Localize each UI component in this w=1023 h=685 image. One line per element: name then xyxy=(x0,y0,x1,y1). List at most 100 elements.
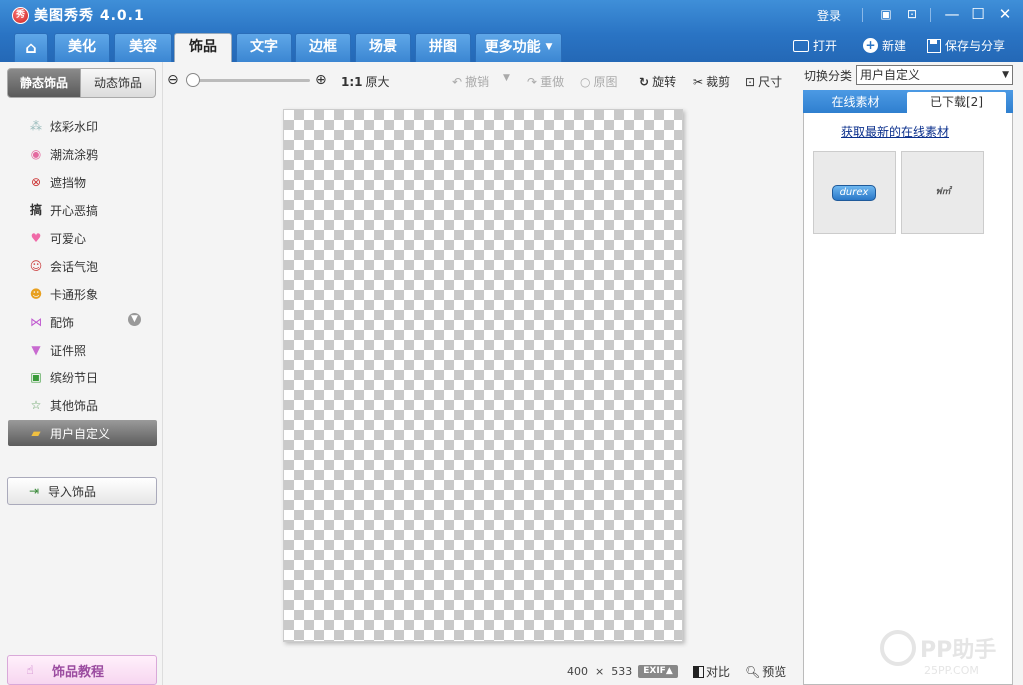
original-size-label: 原大 xyxy=(365,75,390,89)
tab-downloaded[interactable]: 已下载[2] xyxy=(907,92,1006,113)
save-share-button[interactable]: 保存与分享 xyxy=(927,37,1005,54)
category-select[interactable]: 用户自定义 ▼ xyxy=(856,65,1013,85)
hand-icon: ☝ xyxy=(26,663,34,677)
tutorial-label: 饰品教程 xyxy=(52,664,105,680)
folder-icon: ▰ xyxy=(31,426,41,440)
rotate-button[interactable]: ↻ 旋转 xyxy=(639,73,676,90)
more-features-label: 更多功能 xyxy=(484,39,541,56)
open-label: 打开 xyxy=(813,39,838,53)
watermark: PP助手 25PP.COM xyxy=(880,628,1020,683)
category-label: 用户自定义 xyxy=(50,426,111,441)
durex-logo: durex xyxy=(832,185,876,201)
menu-icon[interactable]: ⊡ xyxy=(902,5,922,23)
tab-accessories[interactable]: 饰品 xyxy=(174,33,232,62)
one-to-one-label: 1:1 xyxy=(341,74,363,89)
category-label: 其他饰品 xyxy=(50,398,99,413)
sparkle-icon: ⁂ xyxy=(30,119,42,133)
category-item[interactable]: ◉ 潮流涂鸦 xyxy=(8,141,157,167)
open-button[interactable]: 打开 xyxy=(793,37,837,54)
shirt-icon: ▼ xyxy=(31,343,41,357)
image-height: 533 xyxy=(611,665,633,678)
speech-bubble-icon: ☺ xyxy=(29,259,43,273)
category-item-user-custom[interactable]: ▰ 用户自定义 xyxy=(8,420,157,446)
material-thumbnail[interactable]: ฟ㎡ xyxy=(901,151,984,234)
category-item[interactable]: ▣ 缤纷节日 xyxy=(8,364,157,390)
prank-icon: 搞 xyxy=(29,203,42,217)
original-size-button[interactable]: 1:1 原大 xyxy=(341,73,390,90)
original-image-button[interactable]: ○ 原图 xyxy=(580,73,618,90)
resize-button[interactable]: ⊡ 尺寸 xyxy=(745,73,782,90)
left-panel: 静态饰品 动态饰品 ⁂ 炫彩水印 ◉ 潮流涂鸦 ⊗ 遮挡物 搞开心恶搞 ♥ 可爱心 ☺ 会… xyxy=(0,62,163,685)
category-item[interactable]: ☺ 会话气泡 xyxy=(8,253,157,279)
preview-button[interactable]: 🔍︎ 预览 xyxy=(745,663,786,680)
save-share-label: 保存与分享 xyxy=(945,39,1006,53)
chevron-down-icon: ▼ xyxy=(545,42,553,52)
category-item[interactable]: ▼ 证件照 xyxy=(8,337,157,363)
close-icon[interactable]: ✕ xyxy=(995,5,1015,23)
category-label: 卡通形象 xyxy=(50,287,99,302)
category-item[interactable]: ♥ 可爱心 xyxy=(8,225,157,251)
tab-online-material[interactable]: 在线素材 xyxy=(804,92,907,113)
compare-button[interactable]: 对比 xyxy=(693,663,730,680)
zoom-slider[interactable] xyxy=(190,79,310,82)
resize-icon: ⊡ xyxy=(745,74,756,89)
tab-beauty[interactable]: 美容 xyxy=(114,33,172,62)
minimize-icon[interactable]: — xyxy=(942,5,962,23)
fetch-online-material-link[interactable]: 获取最新的在线素材 xyxy=(841,123,949,140)
tab-dynamic-accessories[interactable]: 动态饰品 xyxy=(80,68,156,98)
tab-collage[interactable]: 拼图 xyxy=(415,33,471,62)
material-thumbnail[interactable]: durex xyxy=(813,151,896,234)
category-item[interactable]: ☻ 卡通形象 xyxy=(8,281,157,307)
preview-label: 预览 xyxy=(762,665,787,679)
tab-more-features[interactable]: 更多功能 ▼ xyxy=(475,33,562,62)
new-button[interactable]: + 新建 xyxy=(863,37,906,54)
tab-scene[interactable]: 场景 xyxy=(355,33,411,62)
undo-dropdown[interactable]: ▼ xyxy=(503,73,510,83)
tab-static-accessories[interactable]: 静态饰品 xyxy=(7,68,81,98)
category-label: 配饰 xyxy=(50,315,75,330)
category-item[interactable]: ⊗ 遮挡物 xyxy=(8,169,157,195)
redo-button[interactable]: ↷ 重做 xyxy=(527,73,564,90)
script-logo: ฟ㎡ xyxy=(935,187,951,197)
new-label: 新建 xyxy=(882,39,907,53)
category-label: 遮挡物 xyxy=(50,175,87,190)
import-accessory-button[interactable]: ⇥ 导入饰品 xyxy=(7,477,157,505)
right-panel: 切换分类 用户自定义 ▼ 在线素材 已下载[2] 获取最新的在线素材 durex … xyxy=(803,62,1023,685)
undo-label: 撤销 xyxy=(465,75,490,89)
category-item[interactable]: ⁂ 炫彩水印 xyxy=(8,113,157,139)
login-link[interactable]: 登录 xyxy=(817,7,841,24)
tab-frame[interactable]: 边框 xyxy=(295,33,351,62)
watermark-brand: PP助手 xyxy=(920,638,997,663)
category-item[interactable]: 搞开心恶搞 xyxy=(8,197,157,223)
tab-beautify[interactable]: 美化 xyxy=(54,33,110,62)
feedback-icon[interactable]: ▣ xyxy=(876,5,896,23)
undo-button[interactable]: ↶ 撤销 xyxy=(452,73,489,90)
expand-icon[interactable]: ▼ xyxy=(128,313,141,326)
resize-label: 尺寸 xyxy=(758,75,783,89)
lips-icon: ◉ xyxy=(30,147,42,161)
tab-home[interactable]: ⌂ xyxy=(14,33,48,62)
category-label: 开心恶搞 xyxy=(50,203,99,218)
image-canvas[interactable] xyxy=(283,109,683,642)
category-item[interactable]: ☆ 其他饰品 xyxy=(8,392,157,418)
zoom-slider-thumb[interactable] xyxy=(186,73,200,87)
category-label: 潮流涂鸦 xyxy=(50,147,99,162)
chevron-down-icon: ▼ xyxy=(1002,70,1009,80)
crop-button[interactable]: ✂ 裁剪 xyxy=(693,73,730,90)
accessory-tutorial-button[interactable]: ☝ 饰品教程 xyxy=(7,655,157,685)
app-logo-icon: 秀 xyxy=(12,7,29,24)
save-icon xyxy=(927,38,941,53)
rotate-label: 旋转 xyxy=(652,75,677,89)
category-label: 缤纷节日 xyxy=(50,370,99,385)
block-icon: ⊗ xyxy=(30,175,42,189)
zoom-out-icon[interactable]: ⊖ xyxy=(167,72,179,88)
gift-icon: ▣ xyxy=(30,370,42,384)
times-sign: × xyxy=(595,665,605,678)
scissors-icon: ✂ xyxy=(693,74,704,89)
redo-label: 重做 xyxy=(540,75,565,89)
exif-button[interactable]: EXIF▲ xyxy=(638,665,678,678)
maximize-icon[interactable]: ☐ xyxy=(968,5,988,23)
tab-text[interactable]: 文字 xyxy=(236,33,292,62)
category-label: 会话气泡 xyxy=(50,259,99,274)
zoom-in-icon[interactable]: ⊕ xyxy=(315,72,327,88)
